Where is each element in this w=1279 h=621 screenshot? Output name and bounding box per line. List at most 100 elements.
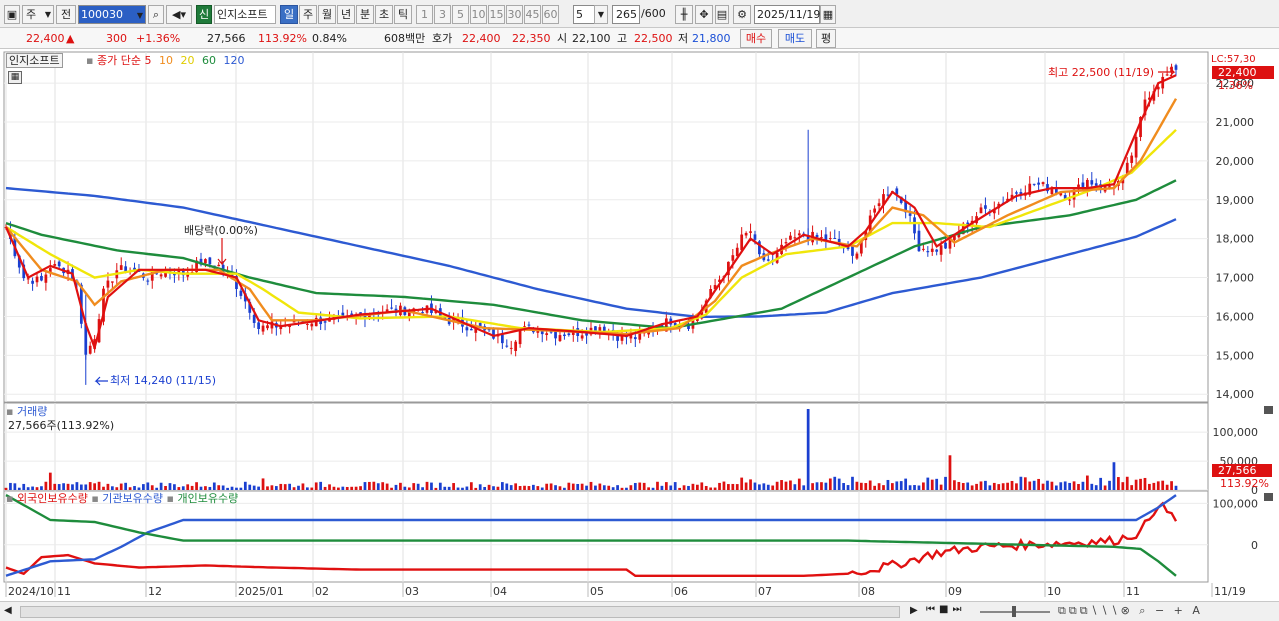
volume-bar bbox=[239, 487, 243, 490]
period-tab-0[interactable]: 일 bbox=[280, 5, 298, 24]
volume-bar bbox=[1103, 485, 1107, 490]
stock-chart[interactable]: 14,000 15,000 16,000 17,000 18,000 19,000 20,0… bbox=[0, 49, 1279, 621]
interval-tab-7[interactable]: 60 bbox=[542, 5, 559, 24]
volume-bar bbox=[735, 484, 739, 490]
candle bbox=[935, 249, 939, 252]
candle-style-icon[interactable]: ╫ bbox=[675, 5, 693, 24]
x-tick-label: 2025/01 bbox=[238, 585, 284, 598]
volume-bar bbox=[523, 485, 526, 490]
volume-bar bbox=[633, 482, 637, 490]
candle bbox=[390, 307, 393, 309]
sell-button[interactable]: 매도 bbox=[778, 29, 812, 48]
candle bbox=[784, 242, 788, 244]
volume-bar bbox=[815, 482, 819, 490]
volume-bar bbox=[766, 484, 770, 490]
eval-button[interactable]: 평 bbox=[816, 29, 836, 48]
date-input[interactable]: 2025/11/19 bbox=[754, 5, 820, 24]
period-tab-6[interactable]: 틱 bbox=[394, 5, 412, 24]
volume-bar bbox=[372, 481, 376, 490]
count-input[interactable]: 265 bbox=[612, 5, 640, 24]
volume-bar bbox=[115, 487, 119, 490]
candle bbox=[159, 274, 163, 277]
period-tab-3[interactable]: 년 bbox=[337, 5, 355, 24]
volume-bar bbox=[939, 484, 943, 490]
volume-bar bbox=[811, 483, 814, 490]
zoom-slider-handle[interactable] bbox=[1012, 606, 1016, 617]
candle bbox=[749, 231, 752, 233]
speaker-icon[interactable]: ◀▾ bbox=[166, 5, 192, 24]
volume-bar bbox=[731, 483, 735, 490]
volume-bar bbox=[407, 487, 411, 490]
code-dropdown-icon[interactable]: ▼ bbox=[134, 7, 146, 26]
volume-bar bbox=[465, 486, 469, 490]
volume-bar bbox=[890, 483, 894, 490]
interval-tab-0[interactable]: 1 bbox=[416, 5, 433, 24]
interval-tab-3[interactable]: 10 bbox=[470, 5, 487, 24]
volume-bar bbox=[124, 482, 128, 490]
volume-bar bbox=[452, 483, 455, 490]
interval-tab-4[interactable]: 15 bbox=[488, 5, 505, 24]
window-icon[interactable]: ▣ bbox=[4, 5, 20, 24]
volume-bar bbox=[283, 484, 287, 490]
bid-price: 22,350 bbox=[512, 32, 551, 45]
volume-bar bbox=[877, 483, 881, 490]
volume-bar bbox=[461, 487, 464, 490]
volume-bar bbox=[797, 478, 801, 490]
candle bbox=[57, 261, 61, 267]
volume-bar bbox=[806, 409, 810, 490]
drawing-tools[interactable]: ⧉⧉⧉∖∖∖⊗ ⌕ − + A bbox=[1058, 604, 1203, 618]
volume-bar bbox=[1032, 480, 1036, 490]
volume-bar bbox=[292, 487, 296, 490]
save-icon[interactable]: ▤ bbox=[715, 5, 729, 24]
interval-tab-6[interactable]: 45 bbox=[524, 5, 541, 24]
volume-bar bbox=[740, 477, 744, 490]
scroll-left-icon[interactable]: ◀ bbox=[4, 605, 12, 616]
horizontal-scrollbar[interactable] bbox=[20, 606, 900, 618]
interval-tab-1[interactable]: 3 bbox=[434, 5, 451, 24]
scroll-right-icon[interactable]: ▶ bbox=[910, 605, 918, 616]
volume-bar bbox=[846, 485, 850, 490]
interval-tab-5[interactable]: 30 bbox=[506, 5, 523, 24]
volume-value: 27,566 bbox=[207, 32, 246, 45]
nav-controls[interactable]: ⏮■⏭ bbox=[926, 604, 965, 615]
type-selector[interactable]: 주 ▼ bbox=[22, 5, 54, 24]
volume-bar bbox=[425, 481, 429, 490]
volume-bar bbox=[563, 487, 566, 490]
candle bbox=[793, 237, 797, 239]
current-price: 22,400 bbox=[26, 32, 65, 45]
volume-bar bbox=[274, 486, 278, 490]
volume-bar bbox=[434, 487, 438, 490]
buy-button[interactable]: 매수 bbox=[740, 29, 772, 48]
volume-bar bbox=[492, 486, 495, 490]
volume-bar bbox=[1094, 485, 1098, 490]
holdings-tick: 0 bbox=[1251, 539, 1258, 552]
gear-icon[interactable]: ⚙ bbox=[733, 5, 751, 24]
interval-tab-2[interactable]: 5 bbox=[452, 5, 469, 24]
period-tab-1[interactable]: 주 bbox=[299, 5, 317, 24]
period-tab-4[interactable]: 분 bbox=[356, 5, 374, 24]
volume-bar bbox=[297, 485, 300, 490]
prev-button[interactable]: 전 bbox=[56, 5, 76, 24]
volume-bar bbox=[1152, 482, 1156, 490]
grid-toggle-icon[interactable]: ▦ bbox=[8, 71, 22, 84]
volume-bar bbox=[159, 482, 163, 490]
candle bbox=[545, 333, 549, 335]
volume-bar bbox=[483, 486, 487, 490]
volume-bar bbox=[540, 487, 544, 490]
price-change: 300 bbox=[106, 32, 127, 45]
x-tick-label: 03 bbox=[405, 585, 419, 598]
period-tab-2[interactable]: 월 bbox=[318, 5, 336, 24]
period-tab-5[interactable]: 초 bbox=[375, 5, 393, 24]
institution-legend: 기관보유수량 bbox=[102, 492, 164, 505]
interval-dropdown-icon[interactable]: ▼ bbox=[594, 5, 608, 24]
candle bbox=[40, 275, 43, 281]
volume-bar bbox=[953, 480, 956, 490]
crosshair-icon[interactable]: ✥ bbox=[695, 5, 713, 24]
candle bbox=[1134, 136, 1138, 158]
calendar-icon[interactable]: ▦ bbox=[820, 5, 836, 24]
candle bbox=[979, 207, 983, 214]
candle bbox=[239, 290, 243, 296]
search-icon[interactable]: ⌕ bbox=[148, 5, 164, 24]
x-tick-label: 04 bbox=[493, 585, 507, 598]
volume-bar bbox=[208, 486, 212, 490]
